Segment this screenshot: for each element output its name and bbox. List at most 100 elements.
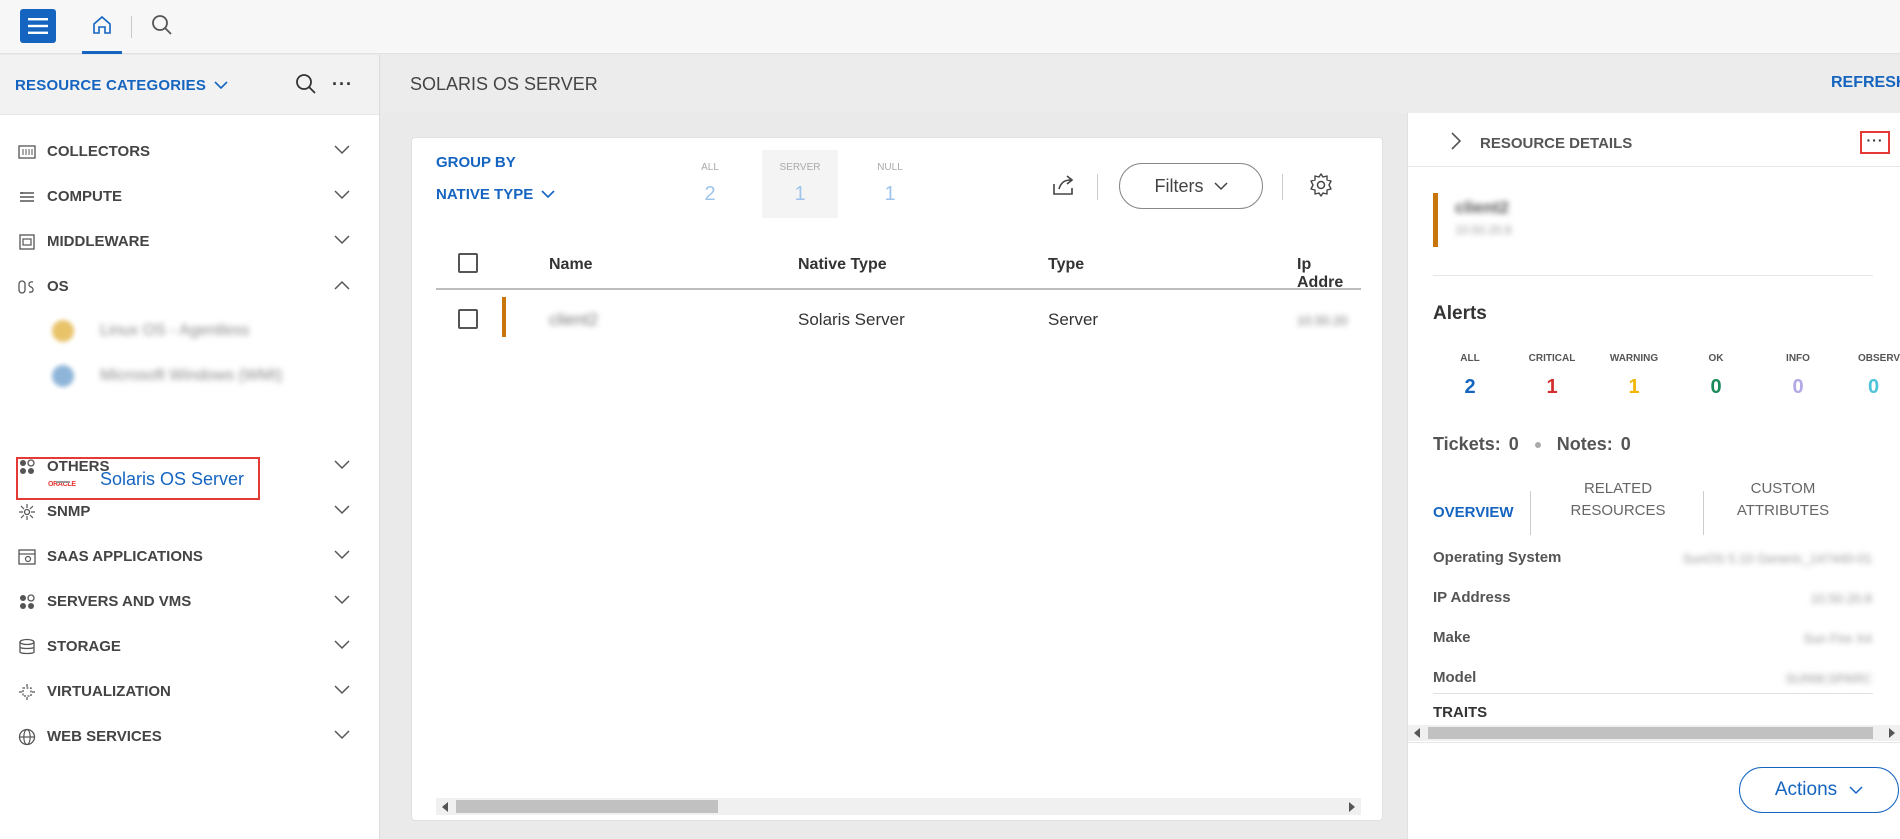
sidebar-item-label: SNMP bbox=[47, 502, 91, 520]
saas-icon bbox=[18, 549, 36, 565]
alert-count-info[interactable]: INFO 0 bbox=[1758, 353, 1838, 399]
hamburger-icon[interactable] bbox=[20, 9, 56, 43]
scroll-right-icon[interactable] bbox=[1889, 728, 1895, 738]
row-checkbox[interactable] bbox=[458, 309, 478, 329]
sidebar-search-icon[interactable] bbox=[294, 72, 318, 96]
chevron-down-icon[interactable] bbox=[334, 550, 350, 560]
sidebar-item-compute[interactable]: COMPUTE bbox=[0, 176, 380, 216]
table-header: Name Native Type Type Ip Addre bbox=[436, 240, 1361, 292]
page-title: SOLARIS OS SERVER bbox=[410, 74, 598, 94]
sidebar-item-snmp[interactable]: SNMP bbox=[0, 491, 380, 531]
chevron-down-icon[interactable] bbox=[334, 190, 350, 200]
sidebar-item-label: MIDDLEWARE bbox=[47, 232, 150, 250]
resource-categories-dropdown[interactable]: RESOURCE CATEGORIES bbox=[15, 77, 228, 94]
property-label: IP Address bbox=[1433, 589, 1511, 606]
scroll-left-icon[interactable] bbox=[1414, 728, 1420, 738]
property-label: Model bbox=[1433, 669, 1477, 686]
cell-name[interactable]: client2 bbox=[549, 310, 598, 330]
search-icon[interactable] bbox=[150, 13, 174, 37]
sidebar-item-saas-applications[interactable]: SAAS APPLICATIONS bbox=[0, 536, 380, 576]
resource-categories-label: RESOURCE CATEGORIES bbox=[15, 77, 207, 94]
chevron-down-icon[interactable] bbox=[334, 730, 350, 740]
chevron-down-icon[interactable] bbox=[334, 145, 350, 155]
count-label: SERVER bbox=[779, 162, 821, 173]
chevron-down-icon[interactable] bbox=[334, 505, 350, 515]
alert-value: 1 bbox=[1628, 376, 1640, 398]
horizontal-scrollbar[interactable] bbox=[436, 798, 1361, 815]
gear-icon[interactable] bbox=[1308, 172, 1334, 198]
scroll-left-icon[interactable] bbox=[442, 802, 448, 812]
scroll-right-icon[interactable] bbox=[1349, 802, 1355, 812]
alert-value: 1 bbox=[1546, 376, 1558, 398]
scrollbar-thumb[interactable] bbox=[1428, 727, 1873, 739]
toolbar-divider bbox=[1282, 174, 1283, 200]
tab-related-resources[interactable]: RELATED RESOURCES bbox=[1558, 478, 1678, 522]
column-header-ip-address[interactable]: Ip Addre bbox=[1297, 256, 1361, 292]
alert-count-warning[interactable]: WARNING 1 bbox=[1594, 353, 1674, 399]
virtualization-icon bbox=[19, 684, 35, 700]
refresh-button[interactable]: REFRESH bbox=[1831, 74, 1900, 92]
chevron-down-icon[interactable] bbox=[334, 460, 350, 470]
chevron-down-icon[interactable] bbox=[334, 595, 350, 605]
sidebar-item-web-services[interactable]: WEB SERVICES bbox=[0, 716, 380, 756]
tab-custom-attributes[interactable]: CUSTOM ATTRIBUTES bbox=[1728, 478, 1838, 522]
scrollbar-thumb[interactable] bbox=[456, 800, 718, 813]
sidebar-item-collectors[interactable]: COLLECTORS bbox=[0, 131, 380, 171]
top-bar bbox=[0, 0, 1900, 54]
count-server[interactable]: SERVER 1 bbox=[762, 150, 838, 218]
alert-count-ok[interactable]: OK 0 bbox=[1676, 353, 1756, 399]
sidebar-item-others[interactable]: OTHERS bbox=[0, 446, 380, 486]
alert-label: CRITICAL bbox=[1528, 353, 1576, 364]
actions-label: Actions bbox=[1774, 779, 1838, 800]
sidebar-item-label: SERVERS AND VMS bbox=[47, 592, 192, 610]
tickets-notes-summary: Tickets: 0 Notes: 0 bbox=[1433, 434, 1631, 455]
home-icon[interactable] bbox=[82, 8, 122, 54]
tab-overview[interactable]: OVERVIEW bbox=[1433, 491, 1514, 535]
compute-icon bbox=[20, 192, 34, 202]
column-header-type[interactable]: Type bbox=[1048, 256, 1084, 274]
chevron-right-icon[interactable] bbox=[1450, 131, 1462, 151]
property-value: SunOS 5.10 Generic_147440-01 bbox=[1682, 551, 1872, 566]
others-icon bbox=[20, 459, 35, 474]
count-null[interactable]: NULL 1 bbox=[852, 150, 928, 218]
property-value: Sun Fire X4 bbox=[1803, 631, 1872, 646]
select-all-checkbox[interactable] bbox=[458, 253, 478, 273]
property-label: Make bbox=[1433, 629, 1471, 646]
column-header-native-type[interactable]: Native Type bbox=[798, 256, 887, 274]
sidebar-item-label: VIRTUALIZATION bbox=[47, 682, 171, 700]
chevron-down-icon bbox=[541, 190, 555, 199]
alert-value: 2 bbox=[1464, 376, 1476, 398]
sidebar-more-icon[interactable]: ··· bbox=[332, 74, 353, 95]
sidebar-subitem-windows[interactable]: Microsoft Windows (WMI) bbox=[0, 356, 380, 396]
chevron-down-icon[interactable] bbox=[334, 640, 350, 650]
more-options-icon[interactable]: ··· bbox=[1860, 131, 1890, 154]
sidebar-item-servers-and-vms[interactable]: SERVERS AND VMS bbox=[0, 581, 380, 621]
resource-subtitle: 10.50.20.8 bbox=[1455, 223, 1512, 237]
filters-label: Filters bbox=[1154, 175, 1204, 196]
alert-value: 0 bbox=[1792, 376, 1804, 398]
table-row[interactable]: client2 Solaris Server Server 10.50.20 bbox=[436, 291, 1361, 347]
alert-count-observed[interactable]: OBSERVED 0 bbox=[1840, 353, 1900, 399]
notes-value[interactable]: 0 bbox=[1621, 434, 1631, 455]
alert-count-all[interactable]: ALL 2 bbox=[1430, 353, 1510, 399]
share-icon[interactable] bbox=[1050, 172, 1076, 198]
count-all[interactable]: ALL 2 bbox=[672, 150, 748, 218]
actions-button[interactable]: Actions bbox=[1739, 767, 1899, 813]
sidebar-item-storage[interactable]: STORAGE bbox=[0, 626, 380, 666]
filters-button[interactable]: Filters bbox=[1119, 163, 1263, 209]
sidebar-subitem-label: Linux OS - Agentless bbox=[100, 322, 250, 339]
chevron-down-icon bbox=[214, 81, 228, 90]
group-by-dropdown[interactable]: NATIVE TYPE bbox=[436, 186, 555, 203]
sidebar-subitem-linux[interactable]: Linux OS - Agentless bbox=[0, 311, 380, 351]
alert-count-critical[interactable]: CRITICAL 1 bbox=[1512, 353, 1592, 399]
details-horizontal-scrollbar[interactable] bbox=[1408, 725, 1900, 741]
sidebar-item-virtualization[interactable]: VIRTUALIZATION bbox=[0, 671, 380, 711]
sidebar-item-os[interactable]: OS bbox=[0, 266, 380, 306]
sidebar-item-middleware[interactable]: MIDDLEWARE bbox=[0, 221, 380, 261]
tickets-value[interactable]: 0 bbox=[1509, 434, 1519, 455]
chevron-down-icon[interactable] bbox=[334, 685, 350, 695]
chevron-down-icon[interactable] bbox=[334, 235, 350, 245]
alert-label: ALL bbox=[1460, 353, 1480, 364]
chevron-up-icon[interactable] bbox=[334, 280, 350, 290]
column-header-name[interactable]: Name bbox=[549, 256, 593, 274]
